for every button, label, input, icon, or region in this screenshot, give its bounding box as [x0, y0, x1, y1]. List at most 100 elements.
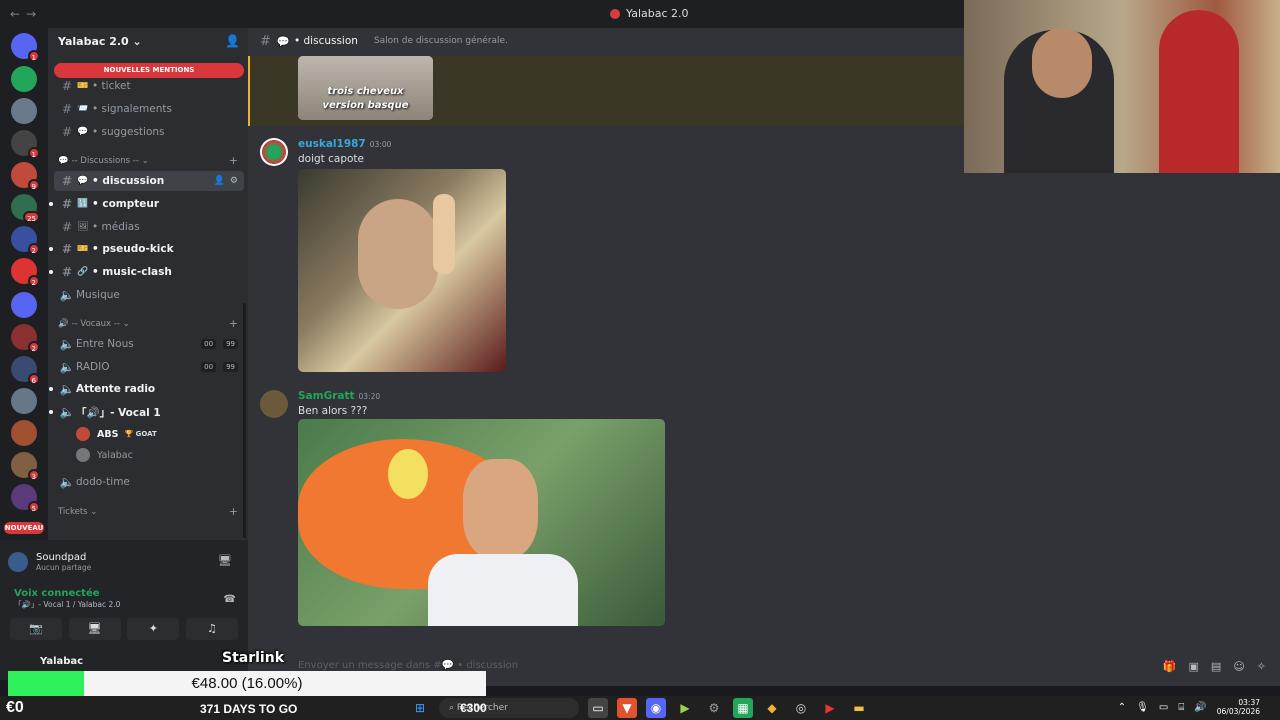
gif-icon[interactable]: ▣ — [1189, 660, 1199, 673]
network-icon[interactable]: ⌸ — [1178, 702, 1184, 713]
text-channel[interactable]: # 🖼 • médias — [54, 217, 244, 237]
webcam-overlay — [964, 0, 1280, 173]
channel-emoji-icon: 📨 — [77, 104, 89, 114]
message-author[interactable]: euskal1987 03:00 — [298, 138, 391, 150]
guild-header[interactable]: Yalabac 2.0 ⌄ 👤 — [48, 28, 248, 54]
category-tickets[interactable]: Tickets ⌄ — [58, 507, 97, 517]
invite-icon[interactable]: 👤 — [214, 176, 225, 186]
message-author[interactable]: SamGratt 03:20 — [298, 390, 380, 402]
brave-icon[interactable]: ▼ — [617, 698, 637, 718]
youtube-icon[interactable]: ▶ — [820, 698, 840, 718]
task-view-icon[interactable]: ▭ — [588, 698, 608, 718]
chevron-up-icon[interactable]: ⌃ — [1118, 702, 1126, 713]
voice-channel-dodo-time[interactable]: 🔈 dodo-time — [54, 472, 244, 492]
discord-icon[interactable]: ◉ — [646, 698, 666, 718]
forward-arrow-icon[interactable]: → — [26, 7, 36, 21]
voice-user[interactable]: ABS 🏆 GOAT — [76, 424, 244, 444]
add-channel-icon[interactable]: + — [229, 154, 238, 167]
message-text: doigt capote — [298, 153, 364, 165]
guild-name[interactable]: Yalabac 2.0 ⌄ — [58, 35, 142, 48]
spreadsheet-icon[interactable]: ▦ — [733, 698, 753, 718]
text-channel[interactable]: # 🔢 • compteur — [49, 194, 244, 214]
soundboard-button[interactable]: ♫ — [185, 618, 238, 640]
server-icon[interactable]: 2 — [11, 226, 40, 255]
text-channel[interactable]: # 🎫 • pseudo-kick — [49, 239, 244, 259]
soundpad-activity[interactable]: Soundpad Aucun partage 🖥 — [8, 546, 240, 578]
server-icon[interactable] — [11, 388, 37, 414]
obs-icon[interactable]: ◎ — [791, 698, 811, 718]
sticker-icon[interactable]: ▤ — [1211, 660, 1221, 673]
screen-share-button[interactable]: 🖥 — [68, 618, 121, 640]
text-channel[interactable]: # 🔗 • music-clash — [49, 262, 244, 282]
meme-caption-top: trois cheveux — [327, 86, 404, 97]
microphone-icon[interactable]: 🎙 — [1136, 702, 1149, 713]
screen-share-icon[interactable]: 🖥 — [218, 554, 232, 567]
donation-goal-target: €300 — [460, 701, 487, 715]
message-image[interactable] — [298, 169, 506, 372]
settings-icon[interactable]: ⚙ — [704, 698, 724, 718]
message-input[interactable]: Envoyer un message dans #💬 • discussion — [298, 660, 518, 671]
user-avatar[interactable] — [260, 390, 288, 418]
gift-icon[interactable]: 🎁 — [1163, 660, 1177, 673]
server-icon[interactable]: 2 — [11, 258, 40, 287]
server-icon[interactable]: 1 — [11, 130, 40, 159]
speaker-icon: 🔈 — [59, 337, 75, 351]
server-icon[interactable]: 2 — [11, 324, 40, 353]
current-username[interactable]: Yalabac — [40, 656, 83, 667]
text-channel[interactable]: # 🎫 • ticket — [54, 76, 244, 96]
clock[interactable]: 03:37 06/03/2026 — [1217, 698, 1260, 716]
server-icon[interactable]: 6 — [11, 356, 40, 385]
text-channel[interactable]: 🔈 Musique — [54, 285, 244, 305]
channel-label: • suggestions — [92, 126, 165, 138]
media-player-icon[interactable]: ▶ — [675, 698, 695, 718]
category-vocaux[interactable]: 🔊 -- Vocaux -- ⌄ — [58, 319, 130, 329]
text-channel[interactable]: # 📨 • signalements — [54, 99, 244, 119]
server-icon[interactable]: 5 — [11, 484, 40, 513]
hash-icon: # — [61, 79, 73, 93]
voice-connected-status[interactable]: Voix connectée 「🔊」- Vocal 1 / Yalabac 2.… — [14, 588, 240, 610]
server-icon[interactable]: 3 — [11, 452, 40, 481]
meme-image[interactable]: trois cheveux version basque — [298, 56, 433, 120]
voice-channel[interactable]: 🔈 Attente radio — [49, 379, 244, 399]
server-icon[interactable] — [11, 420, 37, 446]
gear-icon[interactable]: ⚙ — [230, 176, 238, 186]
message-timestamp: 03:00 — [369, 140, 392, 149]
voice-channel[interactable]: 🔈 「🔊」- Vocal 1 — [49, 402, 244, 422]
author-name[interactable]: euskal1987 — [298, 138, 366, 150]
server-icon[interactable]: 25 — [11, 194, 40, 223]
search-icon: ⌕ — [449, 703, 457, 713]
emoji-icon[interactable]: ☺ — [1233, 660, 1244, 673]
disconnect-icon[interactable]: ☎ — [224, 594, 236, 605]
server-icon[interactable]: 1 — [11, 33, 40, 62]
voice-user[interactable]: Yalabac — [76, 445, 244, 465]
user-avatar[interactable] — [260, 138, 288, 166]
activities-button[interactable]: ✦ — [127, 618, 180, 640]
folder-icon[interactable]: ▬ — [849, 698, 869, 718]
category-discussions[interactable]: 💬 -- Discussions -- ⌄ — [58, 156, 149, 166]
new-unreads-badge[interactable]: NOUVEAU — [4, 522, 44, 534]
add-channel-icon[interactable]: + — [229, 317, 238, 330]
server-icon[interactable] — [11, 292, 37, 318]
invite-icon[interactable]: 👤 — [225, 34, 240, 48]
server-rail: 1 1 9 25 2 2 2 6 3 5 — [0, 28, 48, 548]
channel-topic[interactable]: Salon de discussion générale. — [374, 36, 508, 46]
text-channel[interactable]: # 💬 • discussion 👤 ⚙ — [54, 171, 244, 191]
server-icon[interactable] — [11, 66, 37, 92]
message-image[interactable] — [298, 419, 665, 626]
volume-icon[interactable]: 🔊 — [1194, 702, 1206, 713]
back-arrow-icon[interactable]: ← — [10, 7, 20, 21]
camera-off-button[interactable]: 📷 — [10, 618, 62, 640]
monitor-icon[interactable]: ▭ — [1159, 702, 1168, 713]
app-icon[interactable]: ◆ — [762, 698, 782, 718]
voice-channel[interactable]: 🔈 Entre Nous 00 99 — [54, 334, 244, 354]
server-icon[interactable] — [11, 98, 37, 124]
sidebar-scrollbar[interactable] — [243, 303, 246, 538]
windows-start-icon[interactable]: ⊞ — [410, 698, 430, 718]
add-channel-icon[interactable]: + — [229, 505, 238, 518]
text-channel[interactable]: # 💬 • suggestions — [54, 122, 244, 142]
apps-icon[interactable]: ✧ — [1257, 660, 1266, 673]
voice-channel[interactable]: 🔈 RADIO 00 99 — [54, 357, 244, 377]
server-icon[interactable]: 9 — [11, 162, 40, 191]
channel-emoji-icon: 🎫 — [77, 244, 89, 254]
author-name[interactable]: SamGratt — [298, 390, 355, 402]
